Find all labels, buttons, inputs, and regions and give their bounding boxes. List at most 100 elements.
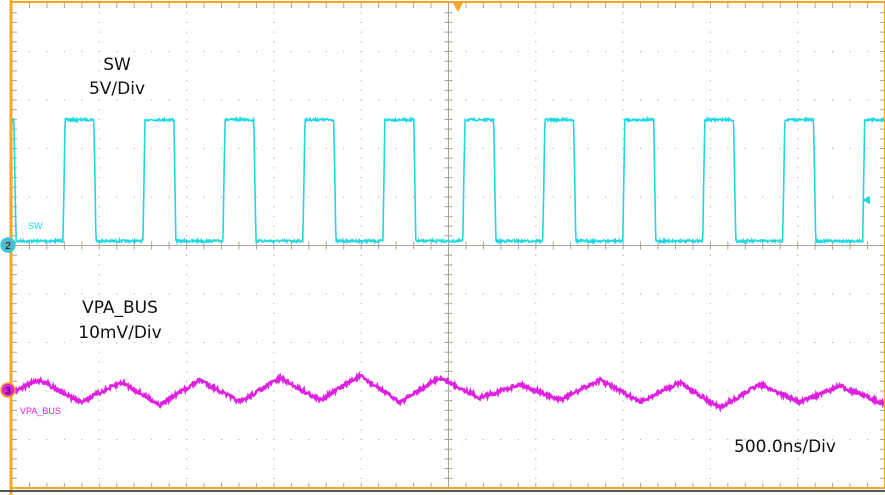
grid-dot	[674, 438, 677, 441]
grid-dot	[709, 322, 711, 324]
grid-dot	[273, 429, 275, 431]
grid-dot	[605, 293, 607, 295]
grid-dot	[639, 99, 642, 101]
grid-dot	[343, 147, 345, 150]
grid-dot	[535, 264, 537, 266]
grid-dot	[98, 215, 100, 217]
grid-dot	[98, 448, 100, 450]
grid-dot	[273, 70, 275, 72]
grid-dot	[709, 196, 711, 198]
grid-dot	[273, 60, 275, 62]
grid-dot	[465, 341, 467, 344]
grid-dot	[98, 380, 100, 382]
grid-dot	[186, 21, 188, 23]
grid-dot	[779, 147, 781, 150]
grid-dot	[482, 390, 485, 392]
grid-dot	[797, 419, 799, 421]
grid-dot	[657, 99, 659, 101]
grid-dot	[273, 177, 275, 179]
grid-dot	[797, 312, 799, 314]
grid-dot	[220, 438, 223, 441]
channel-2-ground-marker[interactable]: 2	[0, 237, 16, 253]
grid-dot	[290, 147, 292, 150]
grid-dot	[517, 50, 519, 53]
grid-dot	[325, 341, 327, 344]
grid-dot	[238, 390, 240, 392]
grid-dot	[797, 477, 799, 479]
grid-dot	[535, 70, 537, 72]
grid-dot	[797, 177, 799, 179]
grid-dot	[797, 332, 799, 334]
grid-dot	[98, 477, 100, 479]
grid-dot	[203, 99, 205, 101]
grid-dot	[622, 283, 624, 285]
grid-dot	[797, 390, 799, 392]
timebase-annotation: 500.0ns/Div	[734, 437, 836, 457]
grid-dot	[255, 196, 258, 198]
grid-dot	[360, 50, 362, 53]
grid-dot	[535, 361, 537, 363]
grid-dot	[482, 99, 485, 101]
grid-dot	[273, 274, 275, 276]
grid-dot	[552, 341, 554, 344]
grid-dot	[220, 293, 223, 295]
grid-dot	[360, 361, 362, 363]
grid-dot	[360, 264, 362, 266]
trigger-position-marker[interactable]	[453, 3, 463, 12]
grid-dot	[273, 322, 275, 324]
channel-3-number: 3	[5, 386, 11, 397]
grid-dot	[203, 147, 205, 150]
grid-dot	[308, 390, 310, 392]
grid-dot	[116, 50, 118, 53]
grid-dot	[674, 390, 677, 392]
grid-dot	[465, 147, 467, 150]
grid-dot	[378, 196, 380, 198]
grid-dot	[797, 206, 799, 208]
grid-dot	[290, 341, 292, 344]
grid-dot	[535, 206, 537, 208]
grid-dot	[709, 312, 711, 314]
grid-dot	[709, 206, 711, 208]
grid-dot	[116, 390, 118, 392]
grid-dot	[273, 157, 275, 159]
grid-dot	[360, 60, 362, 62]
grid-dot	[116, 99, 118, 101]
grid-dot	[273, 21, 275, 23]
grid-dot	[535, 235, 537, 237]
grid-dot	[360, 438, 362, 441]
grid-dot	[273, 312, 275, 314]
grid-dot	[832, 50, 834, 53]
grid-dot	[273, 303, 275, 305]
channel-3-ground-marker[interactable]: 3	[0, 382, 16, 398]
grid-dot	[325, 99, 327, 101]
grid-dot	[709, 361, 711, 363]
grid-dot	[535, 21, 537, 23]
grid-dot	[797, 380, 799, 382]
grid-dot	[709, 409, 711, 411]
grid-dot	[692, 293, 694, 295]
grid-dot	[360, 380, 362, 382]
grid-dot	[500, 50, 502, 53]
grid-dot	[360, 128, 362, 130]
grid-dot	[744, 196, 746, 198]
grid-dot	[308, 293, 310, 295]
grid-dot	[98, 177, 100, 179]
grid-dot	[273, 31, 275, 33]
grid-dot	[81, 50, 83, 53]
grid-dot	[395, 99, 397, 101]
grid-dot	[797, 215, 799, 217]
grid-dot	[517, 341, 519, 344]
grid-dot	[412, 50, 415, 53]
grid-dot	[220, 341, 223, 344]
grid-dot	[797, 341, 799, 344]
grid-dot	[98, 293, 100, 295]
grid-dot	[186, 380, 188, 382]
grid-dot	[797, 70, 799, 72]
grid-dot	[46, 293, 48, 295]
grid-dot	[866, 438, 869, 441]
grid-dot	[692, 438, 694, 441]
grid-dot	[535, 409, 537, 411]
grid-dot	[98, 128, 100, 130]
grid-dot	[151, 438, 153, 441]
grid-dot	[360, 167, 362, 169]
